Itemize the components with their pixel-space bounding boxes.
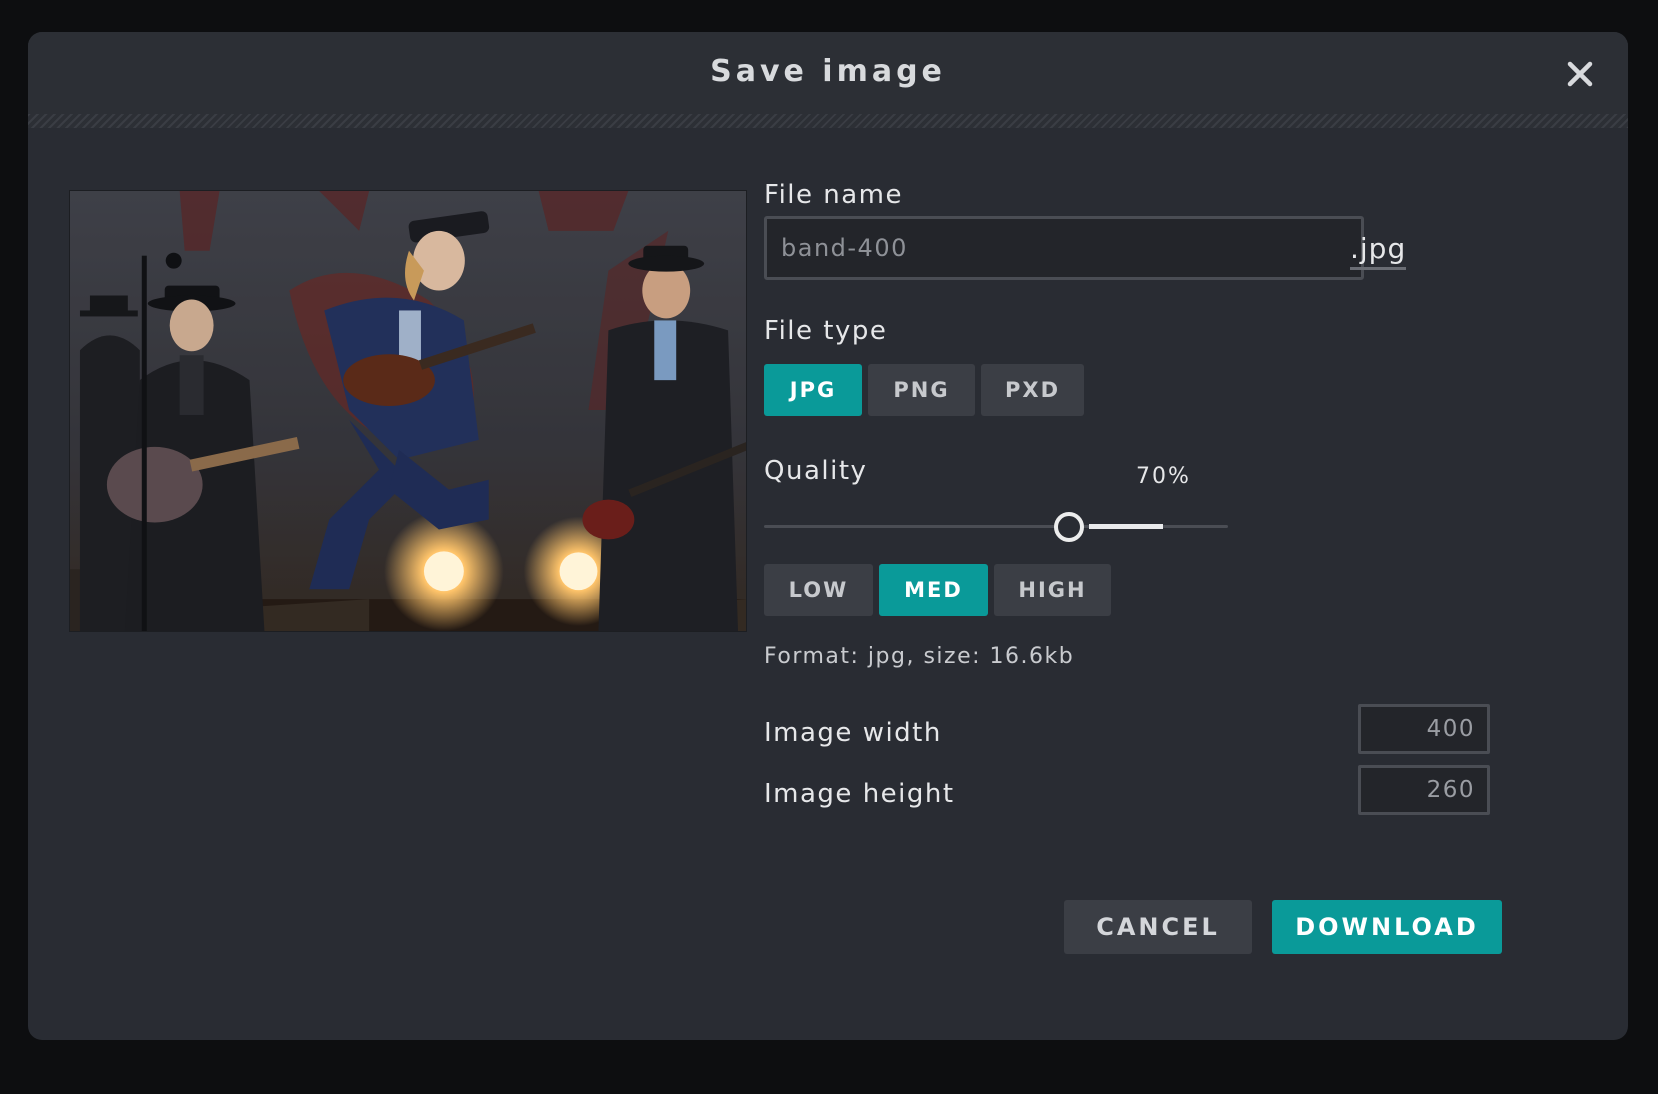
file-name-label: File name xyxy=(764,180,904,210)
concert-photo xyxy=(70,191,746,631)
close-icon xyxy=(1567,61,1593,87)
image-height-input[interactable] xyxy=(1358,765,1490,815)
cancel-button[interactable]: CANCEL xyxy=(1064,900,1252,954)
file-name-input[interactable] xyxy=(764,216,1364,280)
quality-med[interactable]: MED xyxy=(879,564,988,616)
image-preview xyxy=(69,190,747,632)
header-divider xyxy=(28,114,1628,128)
file-type-label: File type xyxy=(764,316,888,346)
quality-low[interactable]: LOW xyxy=(764,564,873,616)
dialog-title: Save image xyxy=(710,54,946,89)
file-type-pxd[interactable]: PXD xyxy=(981,364,1084,416)
image-width-input[interactable] xyxy=(1358,704,1490,754)
file-extension-dropdown[interactable]: .jpg xyxy=(1350,232,1407,270)
image-width-label: Image width xyxy=(764,718,942,748)
close-button[interactable] xyxy=(1560,54,1600,94)
slider-thumb[interactable] xyxy=(1054,512,1084,542)
quality-slider[interactable] xyxy=(764,510,1228,544)
format-info: Format: jpg, size: 16.6kb xyxy=(764,644,1075,669)
download-button[interactable]: DOWNLOAD xyxy=(1272,900,1502,954)
image-height-label: Image height xyxy=(764,779,955,809)
file-type-png[interactable]: PNG xyxy=(868,364,975,416)
quality-label: Quality xyxy=(764,456,868,486)
save-image-dialog: Save image File name band-400 .jpg File … xyxy=(28,32,1628,1040)
quality-high[interactable]: HIGH xyxy=(994,564,1111,616)
slider-fill xyxy=(1089,524,1163,529)
file-type-jpg[interactable]: JPG xyxy=(764,364,862,416)
quality-value: 70% xyxy=(1136,464,1191,489)
